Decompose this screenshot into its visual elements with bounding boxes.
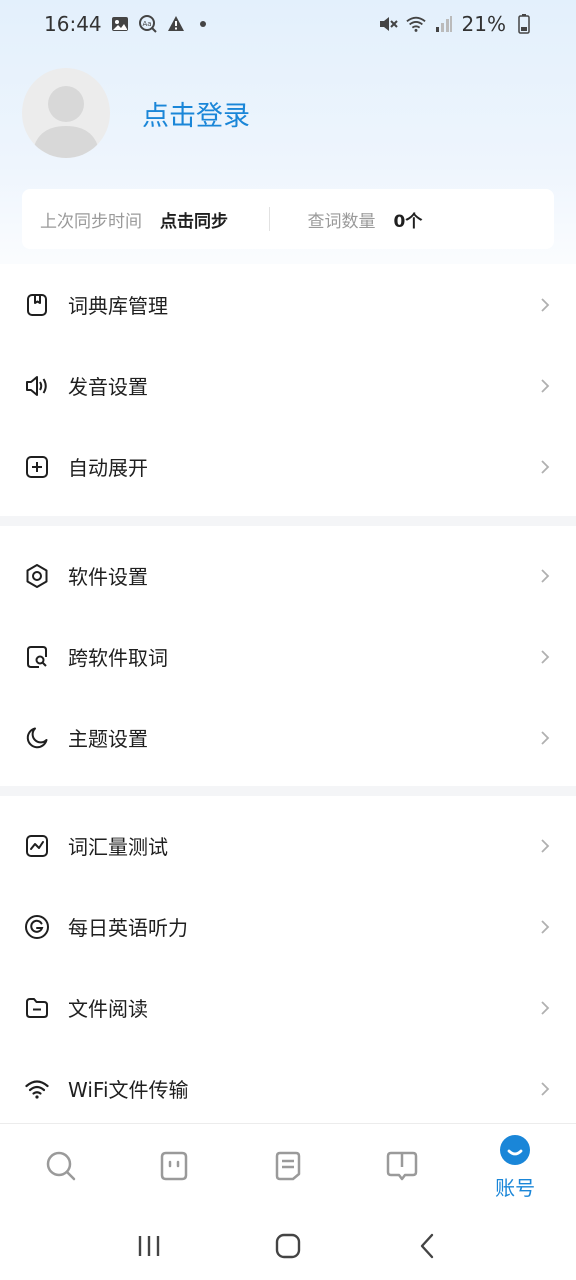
wifi-icon	[24, 1076, 50, 1102]
book-icon	[385, 1150, 419, 1186]
svg-text:Aa: Aa	[142, 20, 151, 28]
menu-group-learning: 词汇量测试 每日英语听力 文件阅读 WiFi文件传输	[0, 805, 576, 1129]
status-time: 16:44	[44, 12, 102, 36]
chevron-right-icon	[538, 648, 552, 666]
tab-search[interactable]	[16, 1128, 106, 1208]
tab-account[interactable]: 账号	[470, 1128, 560, 1208]
recent-apps-button[interactable]	[119, 1221, 179, 1271]
mute-icon	[378, 14, 398, 34]
menu-item-daily-listening[interactable]: 每日英语听力	[0, 886, 576, 967]
tab-chat[interactable]	[129, 1128, 219, 1208]
battery-icon	[514, 14, 534, 34]
settings-hexagon-icon	[24, 563, 50, 589]
menu-item-label: 跨软件取词	[68, 646, 168, 670]
back-button[interactable]	[397, 1221, 457, 1271]
default-avatar-icon	[32, 86, 100, 158]
chevron-right-icon	[538, 296, 552, 314]
sync-card: 上次同步时间 点击同步 查词数量 0个	[22, 189, 554, 249]
text-recognition-icon: Aa	[138, 14, 158, 34]
chevron-right-icon	[538, 999, 552, 1017]
dot-icon	[199, 21, 206, 27]
menu-item-label: 词汇量测试	[68, 835, 168, 859]
tab-account-label: 账号	[495, 1176, 536, 1200]
menu-item-software-settings[interactable]: 软件设置	[0, 535, 576, 616]
profile-header: 点击登录	[22, 68, 250, 158]
bottom-tab-bar: 账号	[0, 1123, 576, 1211]
speaker-icon	[24, 373, 50, 399]
chevron-right-icon	[538, 1080, 552, 1098]
word-count-label: 查词数量	[307, 211, 376, 232]
recent-apps-icon	[139, 1235, 160, 1256]
home-button[interactable]	[258, 1221, 318, 1271]
notes-icon	[273, 1150, 303, 1186]
listening-icon	[24, 914, 50, 940]
menu-item-label: 发音设置	[68, 375, 148, 399]
folder-icon	[24, 995, 50, 1021]
chevron-right-icon	[538, 567, 552, 585]
menu-item-theme-settings[interactable]: 主题设置	[0, 697, 576, 778]
tab-notes[interactable]	[243, 1128, 333, 1208]
menu-item-cross-app-lookup[interactable]: 跨软件取词	[0, 616, 576, 697]
gallery-icon	[110, 14, 130, 34]
plus-square-icon	[24, 454, 50, 480]
menu-item-dictionary-management[interactable]: 词典库管理	[0, 264, 576, 345]
moon-icon	[24, 725, 50, 751]
menu-item-label: 自动展开	[68, 456, 148, 480]
menu-item-vocabulary-test[interactable]: 词汇量测试	[0, 805, 576, 886]
avatar[interactable]	[22, 68, 110, 158]
search-icon	[45, 1150, 77, 1186]
sync-button[interactable]: 点击同步	[160, 207, 228, 232]
menu-item-pronunciation-settings[interactable]: 发音设置	[0, 345, 576, 426]
account-icon	[499, 1134, 531, 1170]
dictionary-icon	[24, 292, 50, 318]
chat-face-icon	[158, 1150, 190, 1186]
menu-item-label: 词典库管理	[68, 294, 168, 318]
chevron-right-icon	[538, 458, 552, 476]
chevron-right-icon	[538, 837, 552, 855]
menu-item-label: 主题设置	[68, 727, 148, 751]
menu-item-label: 每日英语听力	[68, 916, 188, 940]
chevron-right-icon	[538, 377, 552, 395]
menu-group-dictionary: 词典库管理 发音设置 自动展开	[0, 264, 576, 507]
chart-square-icon	[24, 833, 50, 859]
menu-item-file-reading[interactable]: 文件阅读	[0, 967, 576, 1048]
card-divider	[268, 207, 270, 231]
section-separator	[0, 516, 576, 526]
chevron-right-icon	[538, 918, 552, 936]
chevron-right-icon	[538, 729, 552, 747]
back-icon	[420, 1233, 433, 1258]
wifi-icon	[405, 14, 426, 34]
status-bar: 16:44 Aa 21%	[0, 0, 576, 48]
menu-item-label: 文件阅读	[68, 997, 148, 1021]
system-navigation-bar	[0, 1211, 576, 1280]
menu-item-auto-expand[interactable]: 自动展开	[0, 426, 576, 507]
search-document-icon	[24, 644, 50, 670]
home-icon	[275, 1233, 301, 1258]
section-separator	[0, 786, 576, 796]
login-link[interactable]: 点击登录	[142, 94, 250, 133]
last-sync-label: 上次同步时间	[40, 211, 142, 232]
battery-level: 21%	[461, 12, 506, 36]
signal-icon	[434, 14, 454, 34]
menu-item-label: 软件设置	[68, 565, 148, 589]
tab-book[interactable]	[357, 1128, 447, 1208]
warning-icon	[166, 14, 186, 34]
menu-item-wifi-transfer[interactable]: WiFi文件传输	[0, 1048, 576, 1129]
menu-group-settings: 软件设置 跨软件取词 主题设置	[0, 535, 576, 778]
word-count-value: 0个	[393, 211, 423, 232]
menu-item-label: WiFi文件传输	[68, 1078, 189, 1102]
